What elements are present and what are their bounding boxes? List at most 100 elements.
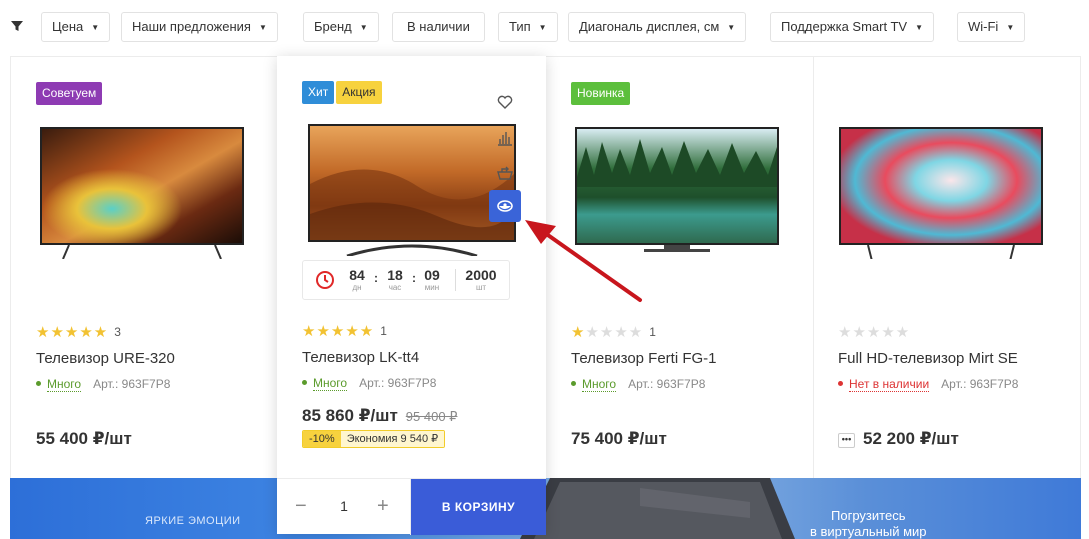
filter-price[interactable]: Цена ▼: [41, 12, 111, 42]
stock-info: Много Арт.: 963F7P8: [302, 376, 436, 391]
caret-down-icon: ▼: [727, 23, 736, 32]
filter-brand[interactable]: Бренд ▼: [303, 12, 379, 42]
quantity-cart-row: − 1 + В КОРЗИНУ: [277, 478, 546, 535]
price: 52 200 ₽/шт: [863, 429, 959, 448]
filter-wifi[interactable]: Wi-Fi ▼: [957, 12, 1026, 42]
rating-stars: ★★★★★ 1: [571, 324, 656, 341]
product-card[interactable]: ★★★★★ Full HD-телевизор Mirt SE Нет в на…: [814, 57, 1082, 479]
quick-view-button[interactable]: [489, 190, 521, 222]
stock-status[interactable]: Много: [313, 376, 348, 391]
discount-info: -10% Экономия 9 540 ₽: [302, 430, 446, 448]
stock-info: Много Арт.: 963F7P8: [36, 377, 171, 392]
filter-icon[interactable]: [10, 19, 24, 33]
cart-out-icon: [497, 166, 513, 180]
filter-label: Тип: [509, 19, 531, 34]
add-to-cart-button[interactable]: В КОРЗИНУ: [411, 479, 546, 535]
quantity-plus-button[interactable]: +: [377, 495, 389, 518]
filter-smart-tv[interactable]: Поддержка Smart TV ▼: [770, 12, 935, 42]
badges: Советуем: [36, 82, 103, 105]
product-image[interactable]: [39, 127, 245, 259]
product-title[interactable]: Телевизор Ferti FG-1: [571, 350, 717, 367]
filter-in-stock[interactable]: В наличии: [392, 12, 485, 42]
banner-right-line: Погрузитесь: [831, 508, 906, 523]
stock-dot: [571, 381, 576, 386]
clock-icon: [316, 271, 334, 289]
filter-label: В наличии: [407, 19, 470, 34]
banner-laptop-image: [520, 478, 795, 539]
timer-value: 84: [349, 267, 365, 283]
quick-view-eye-icon: [497, 200, 513, 212]
stock-info: Много Арт.: 963F7P8: [571, 377, 706, 392]
product-image[interactable]: [574, 127, 780, 259]
more-icon[interactable]: •••: [838, 433, 855, 448]
stock-status[interactable]: Много: [47, 377, 82, 392]
caret-down-icon: ▼: [1006, 23, 1015, 32]
product-card[interactable]: Новинка ★★★★★ 1 Телевизор Ferti FG-1 Мног…: [546, 57, 813, 479]
filter-label: Диагональ дисплея, см: [579, 19, 720, 34]
timer-value: 18: [387, 267, 403, 283]
cart-out-button[interactable]: [489, 157, 521, 189]
badges: Новинка: [571, 82, 631, 105]
product-title[interactable]: Full HD-телевизор Mirt SE: [838, 350, 1018, 367]
caret-down-icon: ▼: [915, 23, 924, 32]
banner-left-text: ЯРКИЕ ЭМОЦИИ: [145, 515, 241, 527]
product-title[interactable]: Телевизор URE-320: [36, 350, 175, 367]
compare-icon: [498, 132, 512, 146]
filter-label: Бренд: [314, 19, 352, 34]
product-card[interactable]: Советуем ★★★★★ 3 Телевизор URE-320 Много А…: [11, 57, 278, 479]
price-row: ••• 52 200 ₽/шт: [838, 429, 959, 449]
timer-minutes: 09 мин: [420, 267, 444, 293]
product-card-hovered[interactable]: Хит Акция 84 дн : 18 час: 09 мин 2000 ш…: [277, 56, 546, 535]
filter-offers[interactable]: Наши предложения ▼: [121, 12, 278, 42]
stock-status[interactable]: Много: [582, 377, 617, 392]
article: Арт.: 963F7P8: [93, 377, 171, 391]
product-title[interactable]: Телевизор LK-tt4: [302, 349, 419, 366]
timer-days: 84 дн: [345, 267, 369, 293]
timer-unit: мин: [424, 283, 440, 292]
stock-status[interactable]: Нет в наличии: [849, 377, 930, 392]
filter-label: Наши предложения: [132, 19, 251, 34]
price-row: 85 860 ₽/шт 95 400 ₽: [302, 406, 457, 426]
filter-bar: Цена ▼ Наши предложения ▼ Бренд ▼ В наличии…: [0, 12, 1089, 42]
filter-diagonal[interactable]: Диагональ дисплея, см ▼: [568, 12, 747, 42]
savings: Экономия 9 540 ₽: [340, 431, 445, 447]
heart-icon: [497, 95, 513, 109]
timer-value: 2000: [465, 267, 497, 283]
filter-label: Цена: [52, 19, 84, 34]
banner-right-text: Погрузитесь в виртуальный мир: [810, 508, 927, 539]
stock-dot: [36, 381, 41, 386]
caret-down-icon: ▼: [91, 23, 100, 32]
caret-down-icon: ▼: [359, 23, 368, 32]
product-image[interactable]: [838, 127, 1044, 259]
timer-quantity: 2000 шт: [461, 267, 501, 293]
price: 55 400 ₽/шт: [36, 429, 132, 448]
filter-label: Wi-Fi: [968, 19, 999, 34]
timer-separator: :: [412, 271, 416, 285]
timer-hours: 18 час: [383, 267, 407, 293]
timer-divider: [455, 269, 456, 291]
timer-unit: шт: [475, 283, 487, 292]
filter-type[interactable]: Тип ▼: [498, 12, 558, 42]
review-count: 1: [649, 325, 656, 339]
timer-unit: дн: [352, 283, 362, 292]
wishlist-button[interactable]: [489, 86, 521, 118]
rating-stars: ★★★★★ 1: [302, 323, 387, 340]
price: 85 860 ₽/шт: [302, 406, 398, 425]
product-image[interactable]: [307, 124, 517, 256]
article: Арт.: 963F7P8: [628, 377, 706, 391]
filter-label: Поддержка Smart TV: [781, 19, 908, 34]
badges: Хит Акция: [302, 81, 382, 104]
rating-stars: ★★★★★ 3: [36, 324, 121, 341]
quantity-value[interactable]: 1: [337, 498, 351, 514]
badge-hit: Хит: [302, 81, 335, 104]
review-count: 3: [114, 325, 121, 339]
badge-sale: Акция: [336, 81, 382, 104]
timer-separator: :: [374, 271, 378, 285]
review-count: 1: [380, 324, 387, 338]
badge-new: Новинка: [571, 82, 631, 105]
quantity-minus-button[interactable]: −: [295, 495, 307, 518]
badge-recommend: Советуем: [36, 82, 103, 105]
timer-value: 09: [424, 267, 440, 283]
compare-button[interactable]: [489, 122, 521, 154]
caret-down-icon: ▼: [538, 23, 547, 32]
